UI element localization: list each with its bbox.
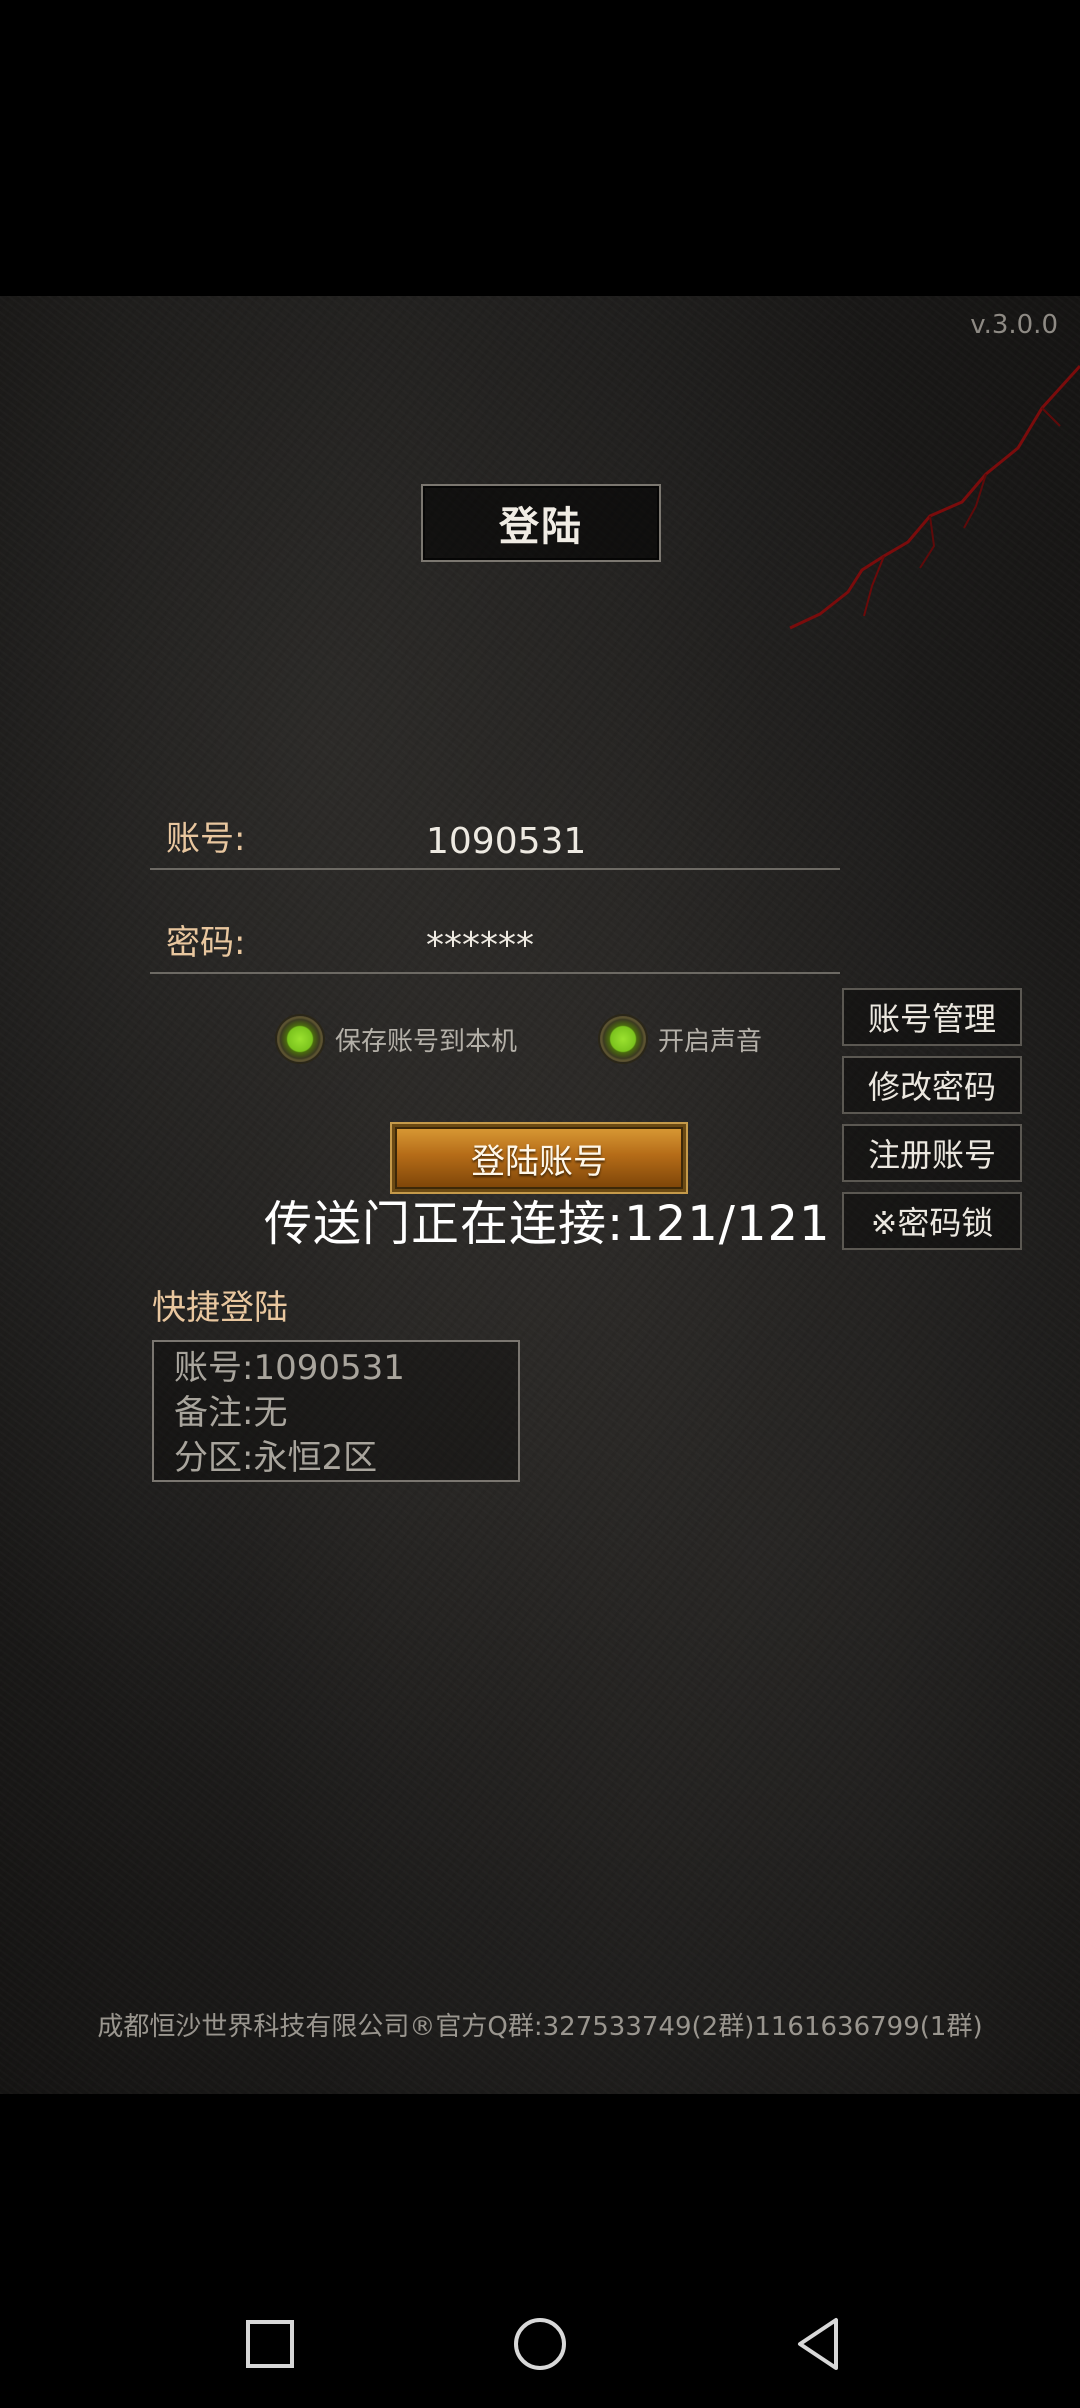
- save-account-toggle[interactable]: 保存账号到本机: [277, 1016, 517, 1062]
- sound-toggle[interactable]: 开启声音: [600, 1016, 762, 1062]
- page-title: 登陆: [421, 484, 661, 562]
- toggle-on-icon[interactable]: [277, 1016, 323, 1062]
- portal-status-text: 传送门正在连接:121/121: [264, 1196, 831, 1252]
- recent-apps-icon[interactable]: [240, 2314, 300, 2374]
- password-input[interactable]: ******: [426, 925, 534, 966]
- change-password-button[interactable]: 修改密码: [842, 1056, 1022, 1114]
- status-area: [0, 0, 1080, 296]
- account-manage-button[interactable]: 账号管理: [842, 988, 1022, 1046]
- login-screen: v.3.0.0 登陆 账号: 1090531 密码: ****** 保存账号到本…: [0, 296, 1080, 2094]
- version-label: v.3.0.0: [970, 310, 1058, 340]
- account-input[interactable]: 1090531: [426, 821, 586, 862]
- sound-label: 开启声音: [658, 1026, 763, 1057]
- system-nav-bar: [0, 2094, 1080, 2408]
- toggle-on-icon[interactable]: [600, 1016, 646, 1062]
- password-field[interactable]: 密码: ******: [150, 910, 840, 974]
- quick-login-title: 快捷登陆: [152, 1288, 288, 1328]
- save-account-label: 保存账号到本机: [335, 1026, 518, 1057]
- company-footer: 成都恒沙世界科技有限公司®官方Q群:327533749(2群)116163679…: [97, 2012, 983, 2042]
- account-label: 账号:: [166, 819, 246, 859]
- quick-login-zone: 分区:永恒2区: [174, 1438, 378, 1478]
- back-icon[interactable]: [790, 2314, 850, 2374]
- quick-login-note: 备注:无: [174, 1393, 288, 1433]
- quick-login-account: 账号:1090531: [174, 1348, 405, 1388]
- blood-crack-decoration: [789, 364, 1080, 630]
- password-label: 密码:: [166, 923, 246, 963]
- register-account-button[interactable]: 注册账号: [842, 1124, 1022, 1182]
- quick-login-entry[interactable]: 账号:1090531 备注:无 分区:永恒2区: [152, 1340, 520, 1482]
- home-icon[interactable]: [510, 2314, 570, 2374]
- password-lock-button[interactable]: ※密码锁: [842, 1192, 1022, 1250]
- login-button[interactable]: 登陆账号: [392, 1124, 686, 1192]
- account-field[interactable]: 账号: 1090531: [150, 806, 840, 870]
